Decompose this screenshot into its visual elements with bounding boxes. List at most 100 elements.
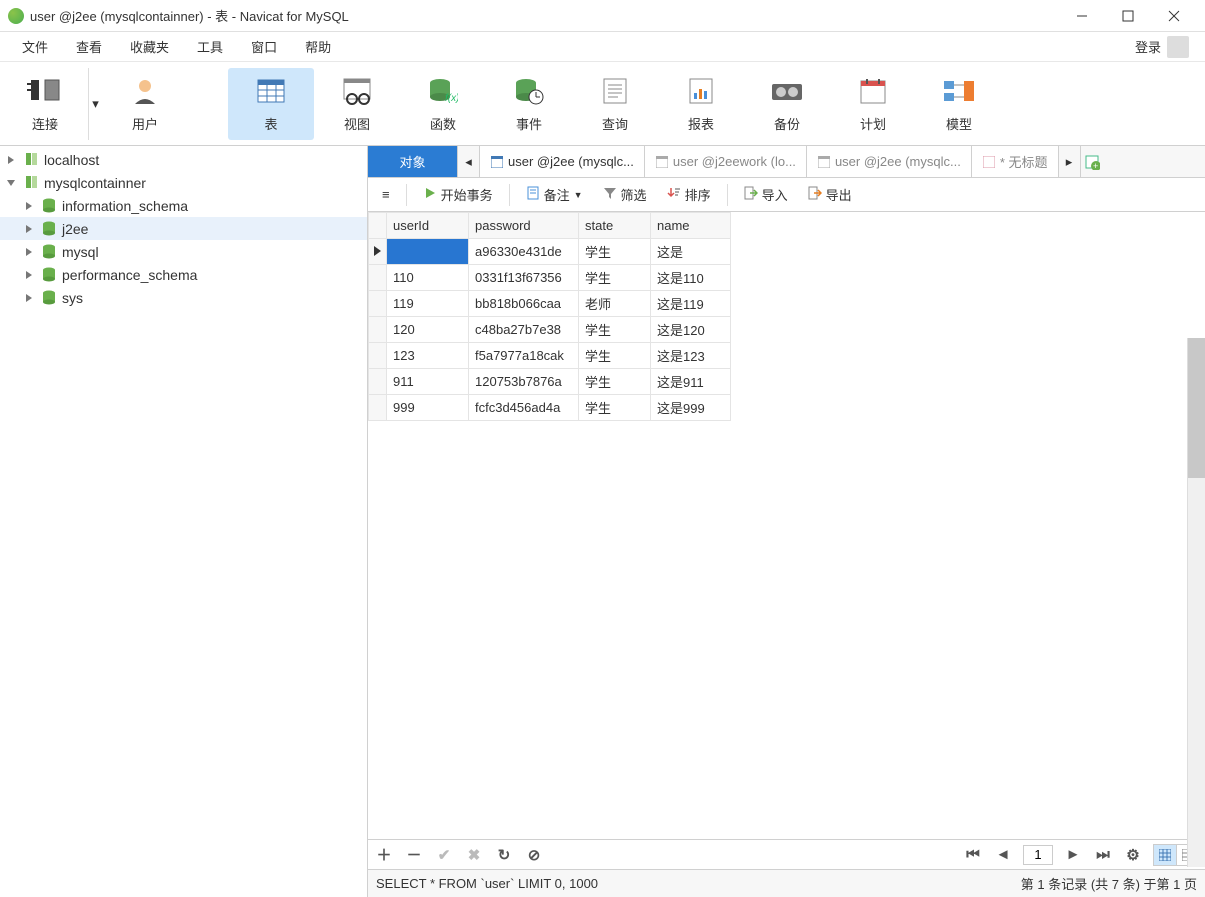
cell[interactable]: 999: [387, 395, 469, 421]
cell[interactable]: 学生: [579, 343, 651, 369]
table-row[interactable]: 911120753b7876a学生这是911: [369, 369, 731, 395]
cell[interactable]: 911: [387, 369, 469, 395]
cell[interactable]: 120: [387, 317, 469, 343]
expander-icon[interactable]: [4, 153, 18, 167]
toolbar-backup[interactable]: 备份: [744, 68, 830, 140]
menu-file[interactable]: 文件: [8, 32, 62, 61]
expander-icon[interactable]: [22, 199, 36, 213]
cell[interactable]: 老师: [579, 291, 651, 317]
menu-tools[interactable]: 工具: [183, 32, 237, 61]
tree-host-mysqlcontainner[interactable]: mysqlcontainner: [0, 171, 367, 194]
connection-tree[interactable]: localhost mysqlcontainner information_sc…: [0, 146, 368, 897]
menu-help[interactable]: 帮助: [291, 32, 345, 61]
tab-scroll-right[interactable]: ▸: [1059, 146, 1081, 177]
cell[interactable]: 学生: [579, 265, 651, 291]
toolbar-event[interactable]: 事件: [486, 68, 572, 140]
grid-view-button[interactable]: [1154, 845, 1176, 865]
cell[interactable]: 119: [387, 291, 469, 317]
toolbar-connection[interactable]: 连接 ▾: [8, 68, 102, 140]
tab-data[interactable]: * 无标题: [972, 146, 1059, 177]
first-page-button[interactable]: ⏮: [963, 845, 983, 865]
menu-window[interactable]: 窗口: [237, 32, 291, 61]
import-button[interactable]: 导入: [736, 181, 796, 208]
filter-button[interactable]: 筛选: [595, 181, 655, 208]
toolbar-view[interactable]: 视图: [314, 68, 400, 140]
sort-button[interactable]: 排序: [659, 181, 719, 208]
cell[interactable]: a96330e431de: [469, 239, 579, 265]
expander-open-icon[interactable]: [4, 176, 18, 190]
cell[interactable]: 学生: [579, 317, 651, 343]
tree-db-sys[interactable]: sys: [0, 286, 367, 309]
expander-icon[interactable]: [22, 245, 36, 259]
last-page-button[interactable]: ⏭: [1093, 845, 1113, 865]
cell[interactable]: 学生: [579, 395, 651, 421]
cell[interactable]: 这是110: [651, 265, 731, 291]
cancel-button[interactable]: ✖: [464, 845, 484, 865]
cell[interactable]: 这是123: [651, 343, 731, 369]
toolbar-model[interactable]: 模型: [916, 68, 1002, 140]
toolbar-report[interactable]: 报表: [658, 68, 744, 140]
table-row[interactable]: 1100331f13f67356学生这是110: [369, 265, 731, 291]
cell[interactable]: 这是119: [651, 291, 731, 317]
refresh-button[interactable]: ↻: [494, 845, 514, 865]
delete-row-button[interactable]: －: [404, 845, 424, 865]
cell[interactable]: 这是911: [651, 369, 731, 395]
toolbar-query[interactable]: 查询: [572, 68, 658, 140]
cell[interactable]: 0331f13f67356: [469, 265, 579, 291]
cell[interactable]: bb818b066caa: [469, 291, 579, 317]
prev-page-button[interactable]: ◄: [993, 845, 1013, 865]
cell[interactable]: f5a7977a18cak: [469, 343, 579, 369]
cell[interactable]: 这是120: [651, 317, 731, 343]
cell[interactable]: 学生: [579, 369, 651, 395]
table-row[interactable]: 119bb818b066caa老师这是119: [369, 291, 731, 317]
next-page-button[interactable]: ►: [1063, 845, 1083, 865]
tab-scroll-left[interactable]: ◂: [458, 146, 480, 177]
settings-button[interactable]: ⚙: [1123, 845, 1143, 865]
tab-objects[interactable]: 对象: [368, 146, 458, 177]
cell[interactable]: 这是: [651, 239, 731, 265]
tab-data[interactable]: user @j2ee (mysqlc...: [807, 146, 972, 177]
menu-view[interactable]: 查看: [62, 32, 116, 61]
chevron-down-icon[interactable]: ▾: [88, 68, 102, 140]
cell[interactable]: fcfc3d456ad4a: [469, 395, 579, 421]
data-grid[interactable]: userIdpasswordstatename a96330e431de学生这是…: [368, 212, 731, 421]
menu-favorites[interactable]: 收藏夹: [116, 32, 183, 61]
close-button[interactable]: [1151, 0, 1197, 32]
commit-button[interactable]: ✔: [434, 845, 454, 865]
table-row[interactable]: 123f5a7977a18cak学生这是123: [369, 343, 731, 369]
note-button[interactable]: 备注 ▼: [518, 181, 591, 208]
expander-icon[interactable]: [22, 222, 36, 236]
add-row-button[interactable]: ＋: [374, 845, 394, 865]
tree-host-localhost[interactable]: localhost: [0, 148, 367, 171]
tab-data[interactable]: user @j2eework (lo...: [645, 146, 807, 177]
tree-db-performance_schema[interactable]: performance_schema: [0, 263, 367, 286]
login-button[interactable]: 登录: [1127, 36, 1197, 58]
table-row[interactable]: 120c48ba27b7e38学生这是120: [369, 317, 731, 343]
stop-button[interactable]: ⊘: [524, 845, 544, 865]
tree-db-j2ee[interactable]: j2ee: [0, 217, 367, 240]
toolbar-plan[interactable]: 计划: [830, 68, 916, 140]
expander-icon[interactable]: [22, 268, 36, 282]
cell[interactable]: c48ba27b7e38: [469, 317, 579, 343]
page-input[interactable]: [1023, 845, 1053, 865]
tab-data-active[interactable]: user @j2ee (mysqlc...: [480, 146, 645, 177]
cell[interactable]: 学生: [579, 239, 651, 265]
cell[interactable]: 120753b7876a: [469, 369, 579, 395]
column-header-name[interactable]: name: [651, 213, 731, 239]
column-header-password[interactable]: password: [469, 213, 579, 239]
cell[interactable]: 123: [387, 343, 469, 369]
column-header-state[interactable]: state: [579, 213, 651, 239]
cell[interactable]: 这是999: [651, 395, 731, 421]
column-header-userId[interactable]: userId: [387, 213, 469, 239]
minimize-button[interactable]: [1059, 0, 1105, 32]
table-row[interactable]: 999fcfc3d456ad4a学生这是999: [369, 395, 731, 421]
menu-button[interactable]: ≡: [374, 183, 398, 206]
vertical-scrollbar[interactable]: [1187, 338, 1205, 867]
tree-db-mysql[interactable]: mysql: [0, 240, 367, 263]
toolbar-table[interactable]: 表: [228, 68, 314, 140]
tree-db-information_schema[interactable]: information_schema: [0, 194, 367, 217]
toolbar-user[interactable]: 用户: [102, 68, 188, 140]
expander-icon[interactable]: [22, 291, 36, 305]
export-button[interactable]: 导出: [800, 181, 860, 208]
toolbar-function[interactable]: f(x) 函数: [400, 68, 486, 140]
